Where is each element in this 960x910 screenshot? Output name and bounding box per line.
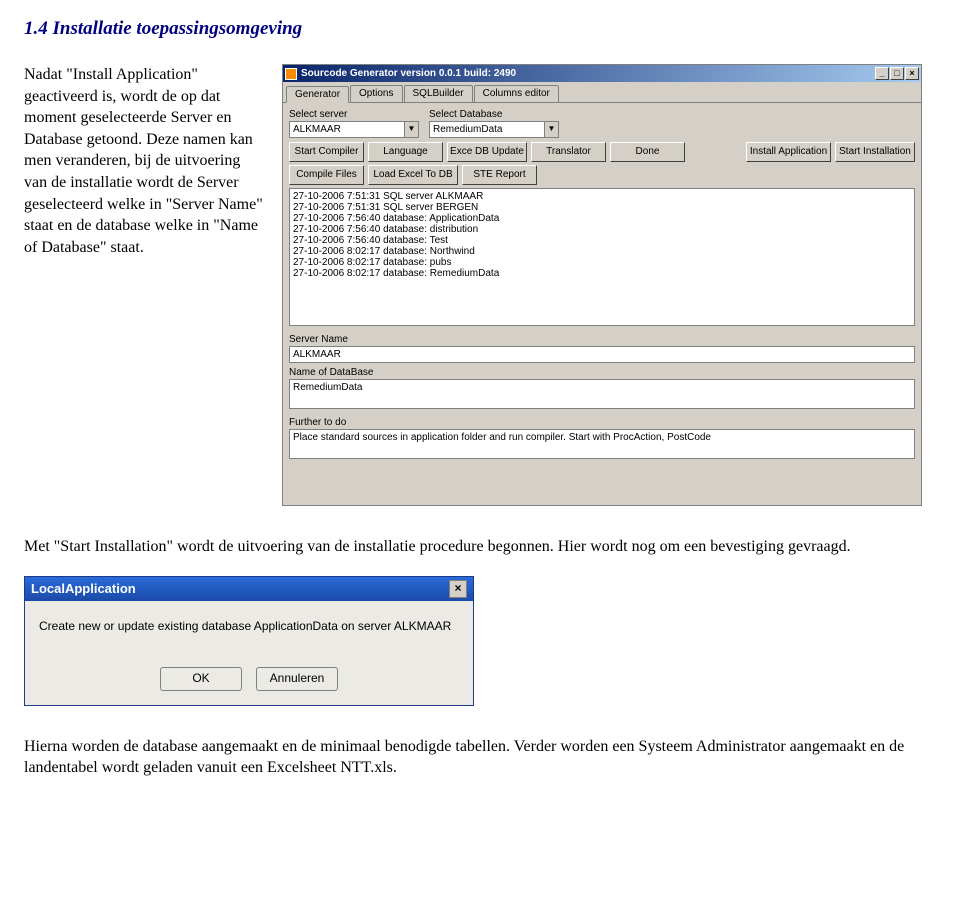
database-name-label: Name of DataBase bbox=[289, 367, 915, 378]
intro-p1: Nadat "Install Application" geactiveerd … bbox=[24, 64, 264, 258]
cancel-button[interactable]: Annuleren bbox=[256, 667, 338, 691]
language-button[interactable]: Language bbox=[368, 142, 443, 162]
log-line: 27-10-2006 8:02:17 database: RemediumDat… bbox=[293, 268, 911, 279]
log-line: 27-10-2006 8:02:17 database: Northwind bbox=[293, 246, 911, 257]
select-server-label: Select server bbox=[289, 109, 419, 120]
database-combo[interactable]: RemediumData ▼ bbox=[429, 121, 559, 138]
mid-paragraph: Met "Start Installation" wordt de uitvoe… bbox=[24, 536, 936, 558]
log-line: 27-10-2006 7:51:31 SQL server ALKMAAR bbox=[293, 191, 911, 202]
log-area: 27-10-2006 7:51:31 SQL server ALKMAAR 27… bbox=[289, 188, 915, 326]
further-to-do-input[interactable]: Place standard sources in application fo… bbox=[289, 429, 915, 459]
log-line: 27-10-2006 7:51:31 SQL server BERGEN bbox=[293, 202, 911, 213]
done-button[interactable]: Done bbox=[610, 142, 685, 162]
start-compiler-button[interactable]: Start Compiler bbox=[289, 142, 364, 162]
load-excel-to-db-button[interactable]: Load Excel To DB bbox=[368, 165, 458, 185]
chevron-down-icon[interactable]: ▼ bbox=[544, 122, 558, 137]
close-button[interactable]: × bbox=[905, 67, 919, 80]
confirm-dialog: LocalApplication × Create new or update … bbox=[24, 576, 474, 706]
tab-generator[interactable]: Generator bbox=[286, 86, 349, 103]
dialog-titlebar: LocalApplication × bbox=[25, 577, 473, 601]
app-icon bbox=[285, 68, 297, 80]
tab-options[interactable]: Options bbox=[350, 85, 402, 102]
further-to-do-label: Further to do bbox=[289, 417, 915, 428]
section-heading: 1.4 Installatie toepassingsomgeving bbox=[24, 18, 936, 40]
install-application-button[interactable]: Install Application bbox=[746, 142, 831, 162]
server-name-input[interactable]: ALKMAAR bbox=[289, 346, 915, 363]
start-installation-button[interactable]: Start Installation bbox=[835, 142, 915, 162]
compile-files-button[interactable]: Compile Files bbox=[289, 165, 364, 185]
app-titlebar: Sourcode Generator version 0.0.1 build: … bbox=[283, 65, 921, 82]
app-title: Sourcode Generator version 0.0.1 build: … bbox=[301, 68, 875, 79]
translator-button[interactable]: Translator bbox=[531, 142, 606, 162]
intro-paragraph: Nadat "Install Application" geactiveerd … bbox=[24, 64, 264, 272]
exce-db-update-button[interactable]: Exce DB Update bbox=[447, 142, 527, 162]
dialog-close-button[interactable]: × bbox=[449, 580, 467, 598]
tabstrip: Generator Options SQLBuilder Columns edi… bbox=[283, 82, 921, 103]
server-combo-value: ALKMAAR bbox=[290, 124, 404, 135]
tab-sqlbuilder[interactable]: SQLBuilder bbox=[404, 85, 473, 102]
tab-columns-editor[interactable]: Columns editor bbox=[474, 85, 559, 102]
server-combo[interactable]: ALKMAAR ▼ bbox=[289, 121, 419, 138]
log-line: 27-10-2006 7:56:40 database: Application… bbox=[293, 213, 911, 224]
log-line: 27-10-2006 7:56:40 database: distributio… bbox=[293, 224, 911, 235]
log-line: 27-10-2006 8:02:17 database: pubs bbox=[293, 257, 911, 268]
maximize-button[interactable]: □ bbox=[890, 67, 904, 80]
database-combo-value: RemediumData bbox=[430, 124, 544, 135]
dialog-message: Create new or update existing database A… bbox=[39, 619, 459, 633]
chevron-down-icon[interactable]: ▼ bbox=[404, 122, 418, 137]
ok-button[interactable]: OK bbox=[160, 667, 242, 691]
ste-report-button[interactable]: STE Report bbox=[462, 165, 537, 185]
end-paragraph: Hierna worden de database aangemaakt en … bbox=[24, 736, 936, 779]
log-line: 27-10-2006 7:56:40 database: Test bbox=[293, 235, 911, 246]
app-window: Sourcode Generator version 0.0.1 build: … bbox=[282, 64, 922, 506]
server-name-label: Server Name bbox=[289, 334, 915, 345]
database-name-input[interactable]: RemediumData bbox=[289, 379, 915, 409]
select-database-label: Select Database bbox=[429, 109, 559, 120]
minimize-button[interactable]: _ bbox=[875, 67, 889, 80]
dialog-title: LocalApplication bbox=[31, 581, 136, 596]
